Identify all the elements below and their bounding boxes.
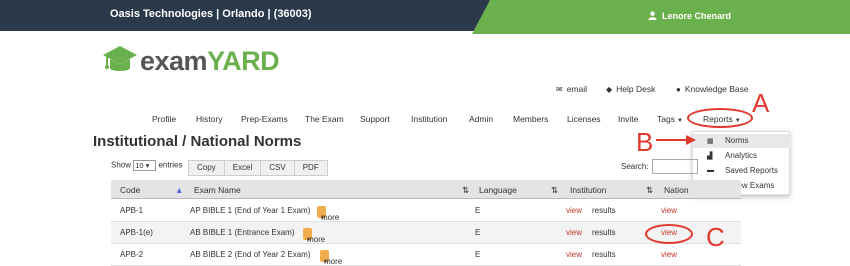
- nav-tags[interactable]: Tags ▼: [657, 114, 683, 124]
- search-label: Search:: [621, 162, 649, 171]
- export-buttons: Copy Excel CSV PDF: [188, 160, 328, 176]
- org-title: Oasis Technologies | Orlando | (36003): [110, 8, 312, 20]
- csv-button[interactable]: CSV: [260, 160, 295, 176]
- nav-members[interactable]: Members: [513, 114, 548, 124]
- annotation-arrow-b: [656, 135, 696, 145]
- institution-view-link[interactable]: view: [566, 228, 582, 237]
- bar-chart-icon: ▟: [707, 153, 713, 160]
- nav-admin[interactable]: Admin: [469, 114, 493, 124]
- annotation-a: A: [752, 88, 770, 118]
- more-button[interactable]: ▪ more: [320, 250, 342, 266]
- email-link[interactable]: ✉ email: [556, 84, 587, 94]
- user-icon: [648, 11, 657, 20]
- table-header: Code ▲ Exam Name ⇅ Language ⇅ Institutio…: [111, 180, 741, 199]
- annotation-circle-reports: [687, 108, 753, 128]
- logo-text: examYARD: [140, 46, 280, 76]
- nav-the-exam[interactable]: The Exam: [305, 114, 344, 124]
- saved-reports-icon: ▬: [707, 167, 714, 174]
- pdf-button[interactable]: PDF: [293, 160, 328, 176]
- institution-results-link[interactable]: results: [592, 206, 616, 215]
- annotation-c: C: [706, 222, 725, 252]
- col-exam-name[interactable]: Exam Name: [194, 185, 241, 195]
- institution-results-link[interactable]: results: [592, 250, 616, 259]
- knowledge-base-link[interactable]: ● Knowledge Base: [676, 84, 749, 94]
- sort-icon[interactable]: ⇅: [551, 185, 558, 196]
- nav-institution[interactable]: Institution: [411, 114, 447, 124]
- nav-licenses[interactable]: Licenses: [567, 114, 601, 124]
- nav-support[interactable]: Support: [360, 114, 390, 124]
- user-bar[interactable]: Lenore Chenard: [472, 0, 850, 34]
- grid-icon: ▦: [707, 138, 714, 145]
- col-language[interactable]: Language: [479, 185, 517, 195]
- col-institution[interactable]: Institution: [570, 185, 606, 195]
- search-input[interactable]: [652, 159, 698, 174]
- copy-button[interactable]: Copy: [188, 160, 225, 176]
- sort-asc-icon[interactable]: ▲: [175, 185, 183, 195]
- nav-prep-exams[interactable]: Prep-Exams: [241, 114, 288, 124]
- col-code[interactable]: Code: [120, 185, 140, 195]
- annotation-circle-view: [645, 224, 693, 244]
- caret-down-icon: ▼: [676, 118, 683, 124]
- col-nation[interactable]: Nation: [664, 185, 689, 195]
- nav-profile[interactable]: Profile: [152, 114, 176, 124]
- table-row: APB-1 AP BIBLE 1 (End of Year 1 Exam) ▪ …: [111, 200, 741, 222]
- graduation-cap-icon: [103, 46, 137, 71]
- nav-invite[interactable]: Invite: [618, 114, 638, 124]
- entries-select[interactable]: 10 ▾: [133, 160, 157, 171]
- tag-icon: ◆: [606, 85, 613, 94]
- nation-view-link[interactable]: view: [661, 206, 677, 215]
- dropdown-item-analytics[interactable]: ▟ Analytics: [693, 149, 791, 163]
- dropdown-item-norms[interactable]: ▦ Norms: [693, 134, 791, 148]
- nav-history[interactable]: History: [196, 114, 222, 124]
- sort-icon[interactable]: ⇅: [462, 185, 469, 196]
- table-row: APB-2 AB BIBLE 2 (End of Year 2 Exam) ▪ …: [111, 244, 741, 266]
- dropdown-item-saved-reports[interactable]: ▬ Saved Reports: [693, 164, 791, 178]
- more-button[interactable]: ▪ more: [303, 228, 325, 244]
- help-desk-link[interactable]: ◆ Help Desk: [606, 84, 655, 94]
- annotation-b: B: [636, 127, 654, 157]
- more-button[interactable]: ▪ more: [317, 206, 339, 222]
- institution-results-link[interactable]: results: [592, 228, 616, 237]
- institution-view-link[interactable]: view: [566, 206, 582, 215]
- sort-icon[interactable]: ⇅: [646, 185, 653, 196]
- excel-button[interactable]: Excel: [223, 160, 262, 176]
- institution-view-link[interactable]: view: [566, 250, 582, 259]
- apple-icon: ●: [676, 85, 681, 94]
- nation-view-link[interactable]: view: [661, 250, 677, 259]
- envelope-icon: ✉: [556, 85, 563, 94]
- entries-control: Show 10 ▾ entries: [111, 160, 183, 171]
- user-name[interactable]: Lenore Chenard: [662, 11, 731, 21]
- page-title: Institutional / National Norms: [93, 133, 302, 150]
